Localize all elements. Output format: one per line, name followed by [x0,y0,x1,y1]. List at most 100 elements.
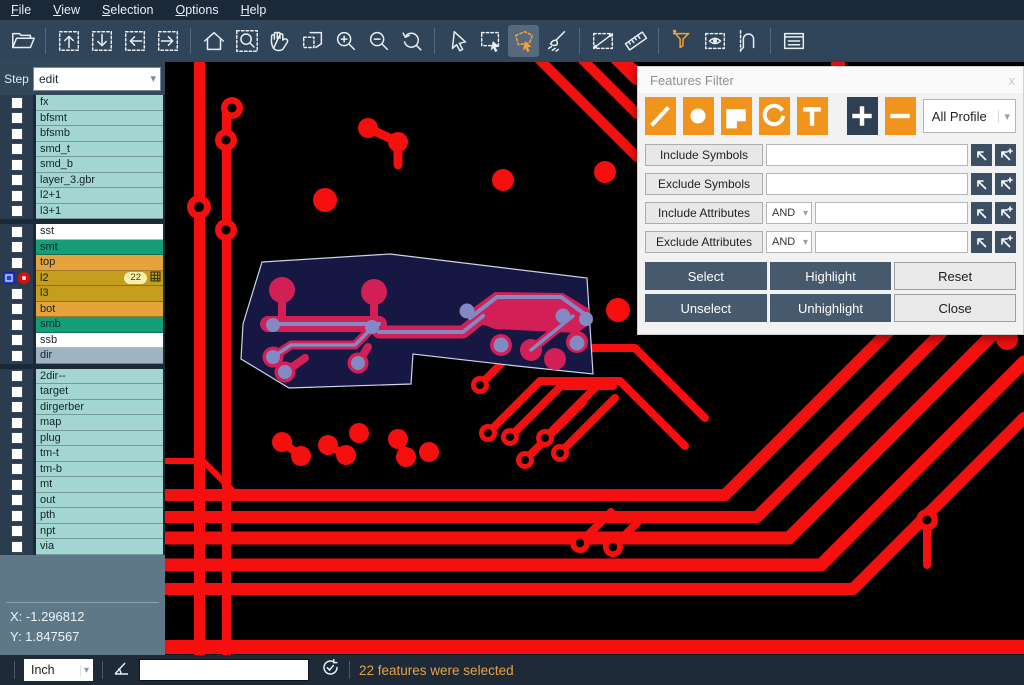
pan-right-icon[interactable] [152,25,183,57]
layer-name[interactable]: target [36,384,163,400]
pick-from-screen-button[interactable] [971,202,992,224]
filter-input[interactable] [815,231,968,253]
filter-label-button[interactable]: Include Attributes [645,202,763,224]
close-button[interactable]: Close [894,294,1016,322]
layer-visibility-checkbox[interactable] [11,241,23,253]
pick-add-from-screen-button[interactable] [995,202,1016,224]
layer-visibility-checkbox[interactable] [11,257,23,269]
unselect-button[interactable]: Unselect [645,294,767,322]
layer-visibility-checkbox[interactable] [11,334,23,346]
clear-brush-icon[interactable] [541,25,572,57]
add-tool-button[interactable] [847,97,878,135]
drag-view-icon[interactable] [297,25,328,57]
logic-select[interactable]: AND▾ [766,231,812,253]
layer-name[interactable]: smb [36,317,163,333]
layer-visibility-checkbox[interactable] [11,159,23,171]
grid-icon[interactable] [150,271,161,285]
line-tool-button[interactable] [645,97,676,135]
view-select-icon[interactable] [699,25,730,57]
layer-name[interactable]: dirgerber [36,400,163,416]
layer-name[interactable]: map [36,415,163,431]
layer-name[interactable]: npt [36,524,163,540]
layer-name[interactable]: pth [36,508,163,524]
rect-select-icon[interactable] [475,25,506,57]
layer-name[interactable]: l3 [36,286,163,302]
layer-name[interactable]: smd_b [36,157,163,173]
layer-visibility-checkbox[interactable] [11,494,23,506]
layer-visibility-checkbox[interactable] [11,288,23,300]
layer-name[interactable]: out [36,493,163,509]
angle-measure-icon[interactable] [112,659,130,682]
layer-name[interactable]: top [36,255,163,271]
layer-visibility-checkbox[interactable] [11,401,23,413]
pick-from-screen-button[interactable] [971,173,992,195]
layer-visibility-checkbox[interactable] [11,190,23,202]
layer-visibility-checkbox[interactable] [11,510,23,522]
layer-visibility-checkbox[interactable] [11,303,23,315]
zoom-previous-icon[interactable] [396,25,427,57]
profile-select[interactable]: All Profile▾ [923,99,1016,133]
layer-visibility-checkbox[interactable] [11,386,23,398]
layer-name[interactable]: bot [36,302,163,318]
pick-add-from-screen-button[interactable] [995,231,1016,253]
arc-tool-button[interactable] [759,97,790,135]
layer-name[interactable]: smd_t [36,142,163,158]
home-view-icon[interactable] [198,25,229,57]
layer-name[interactable]: layer_3.gbr [36,173,163,189]
layer-name[interactable]: dir [36,348,163,364]
layer-name[interactable]: l222 [36,271,163,287]
filter-label-button[interactable]: Exclude Attributes [645,231,763,253]
features-filter-icon[interactable] [666,25,697,57]
layer-visibility-checkbox[interactable] [11,448,23,460]
pad-tool-button[interactable] [683,97,714,135]
pick-from-screen-button[interactable] [971,231,992,253]
menu-help[interactable]: Help [230,3,278,17]
select-button[interactable]: Select [645,262,767,290]
layers-panel-icon[interactable] [778,25,809,57]
layer-name[interactable]: tm-t [36,446,163,462]
layer-name[interactable]: 2dir-- [36,369,163,385]
layer-name[interactable]: via [36,539,163,555]
select-cursor-icon[interactable] [442,25,473,57]
text-tool-button[interactable] [797,97,828,135]
filter-label-button[interactable]: Exclude Symbols [645,173,763,195]
layer-name[interactable]: smt [36,240,163,256]
filter-input[interactable] [815,202,968,224]
layer-visibility-checkbox[interactable] [11,417,23,429]
pick-from-screen-button[interactable] [971,144,992,166]
layer-name[interactable]: bfsmb [36,126,163,142]
unit-select[interactable]: Inch ▾ [24,659,93,681]
layer-visibility-checkbox[interactable] [3,272,15,284]
layer-visibility-checkbox[interactable] [11,432,23,444]
pan-up-icon[interactable] [53,25,84,57]
layer-name[interactable]: plug [36,431,163,447]
measure-distance-icon[interactable] [587,25,618,57]
pick-add-from-screen-button[interactable] [995,144,1016,166]
remove-tool-button[interactable] [885,97,916,135]
layer-visibility-checkbox[interactable] [11,350,23,362]
close-icon[interactable]: x [1009,73,1016,88]
layer-visibility-checkbox[interactable] [11,174,23,186]
layer-visibility-checkbox[interactable] [11,463,23,475]
layer-visibility-checkbox[interactable] [11,112,23,124]
command-input[interactable] [139,659,309,681]
surface-tool-button[interactable] [721,97,752,135]
snap-mode-icon[interactable] [732,25,763,57]
filter-input[interactable] [766,144,968,166]
measure-ruler-icon[interactable] [620,25,651,57]
pan-hand-icon[interactable] [264,25,295,57]
filter-label-button[interactable]: Include Symbols [645,144,763,166]
highlight-button[interactable]: Highlight [770,262,892,290]
layer-visibility-checkbox[interactable] [11,97,23,109]
layer-visibility-checkbox[interactable] [11,525,23,537]
layer-visibility-checkbox[interactable] [11,128,23,140]
layer-visibility-checkbox[interactable] [11,319,23,331]
reset-button[interactable]: Reset [894,262,1016,290]
layer-name[interactable]: tm-b [36,462,163,478]
pick-add-from-screen-button[interactable] [995,173,1016,195]
poly-select-icon[interactable] [508,25,539,57]
layer-name[interactable]: sst [36,224,163,240]
pan-down-icon[interactable] [86,25,117,57]
layer-name[interactable]: l3+1 [36,204,163,220]
layer-name[interactable]: l2+1 [36,188,163,204]
